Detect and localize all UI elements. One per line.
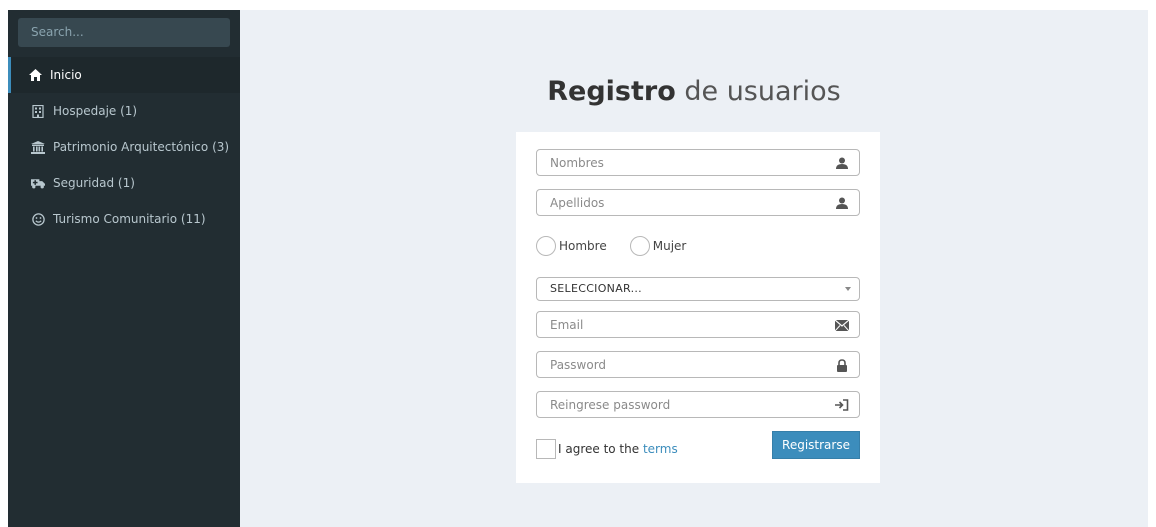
building-icon xyxy=(31,104,45,118)
sidebar-menu: Inicio Hospedaje (1) Patrimonio Arquitec… xyxy=(8,57,240,237)
sidebar-item-turismo[interactable]: Turismo Comunitario (11) xyxy=(8,201,240,237)
email-placeholder: Email xyxy=(550,317,584,332)
agree-text: I agree to the xyxy=(558,442,643,456)
email-field[interactable]: Email xyxy=(536,311,860,338)
page-title-bold: Registro xyxy=(547,76,676,107)
lock-icon xyxy=(835,358,849,372)
radio-mujer-label: Mujer xyxy=(652,239,687,253)
sidebar-item-label: Inicio xyxy=(50,68,82,82)
page-title-rest: de usuarios xyxy=(675,76,841,107)
chevron-down-icon xyxy=(845,287,851,291)
nombres-placeholder: Nombres xyxy=(550,155,604,170)
page-title: Registro de usuarios xyxy=(240,76,1148,107)
sidebar-item-label: Patrimonio Arquitectónico (3) xyxy=(53,140,230,154)
nombres-field[interactable]: Nombres xyxy=(536,149,860,176)
sidebar-item-seguridad[interactable]: Seguridad (1) xyxy=(8,165,240,201)
apellidos-placeholder: Apellidos xyxy=(550,195,605,210)
institution-icon xyxy=(31,140,45,154)
role-select[interactable]: SELECCIONAR... xyxy=(536,277,860,301)
gender-radio-group: Hombre Mujer xyxy=(536,236,686,256)
user-icon xyxy=(835,156,849,170)
sign-in-icon xyxy=(835,398,849,412)
main-content: Registro de usuarios Nombres Apellidos H… xyxy=(240,10,1148,527)
terms-link[interactable]: terms xyxy=(643,442,678,456)
sidebar-item-label: Hospedaje (1) xyxy=(53,104,138,118)
sidebar-item-label: Seguridad (1) xyxy=(53,176,135,190)
role-select-value: SELECCIONAR... xyxy=(550,282,642,295)
register-card: Nombres Apellidos Hombre Mujer SELECCION… xyxy=(516,132,880,483)
radio-hombre-label: Hombre xyxy=(559,239,607,253)
password-placeholder: Password xyxy=(550,357,607,372)
sidebar-item-patrimonio[interactable]: Patrimonio Arquitectónico (3) xyxy=(8,129,240,165)
apellidos-field[interactable]: Apellidos xyxy=(536,189,860,216)
terms-label: I agree to the terms xyxy=(558,442,678,456)
user-icon xyxy=(835,196,849,210)
register-button[interactable]: Registrarse xyxy=(772,431,860,459)
home-icon xyxy=(28,68,42,82)
sidebar-item-label: Turismo Comunitario (11) xyxy=(53,212,206,226)
repassword-placeholder: Reingrese password xyxy=(550,397,671,412)
sidebar: Search... Inicio Hospedaje (1) Patrimoni… xyxy=(8,10,240,527)
radio-hombre[interactable] xyxy=(536,236,556,256)
envelope-icon xyxy=(835,318,849,332)
repassword-field[interactable]: Reingrese password xyxy=(536,391,860,418)
sidebar-item-hospedaje[interactable]: Hospedaje (1) xyxy=(8,93,240,129)
smile-icon xyxy=(31,212,45,226)
search-input[interactable]: Search... xyxy=(18,18,230,47)
ambulance-icon xyxy=(31,176,45,190)
sidebar-item-inicio[interactable]: Inicio xyxy=(8,57,240,93)
terms-checkbox[interactable] xyxy=(536,439,556,459)
password-field[interactable]: Password xyxy=(536,351,860,378)
radio-mujer[interactable] xyxy=(629,236,650,256)
